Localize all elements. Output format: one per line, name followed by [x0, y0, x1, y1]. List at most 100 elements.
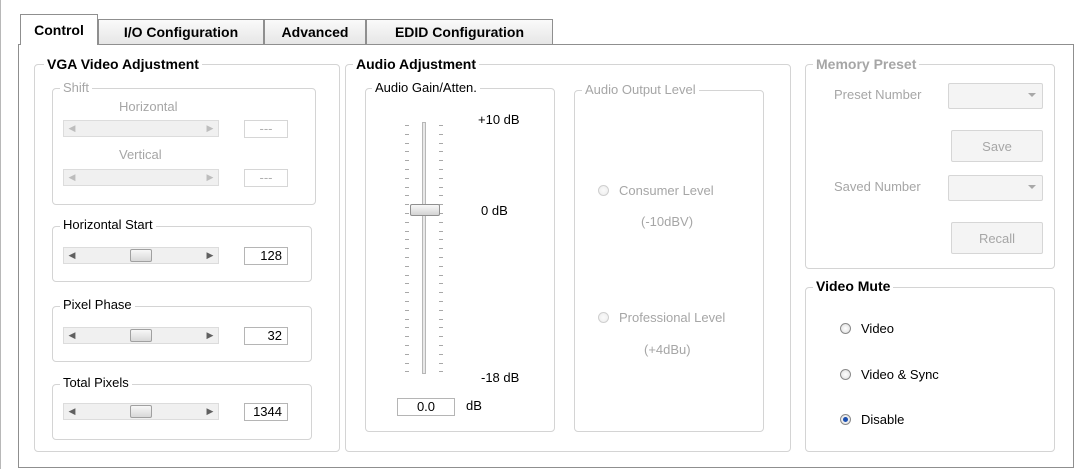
scroll-right-icon[interactable]: ▶	[202, 121, 218, 136]
recall-button[interactable]: Recall	[951, 222, 1043, 254]
slider-tick	[405, 336, 409, 338]
horizontal-start-value[interactable]: 128	[244, 247, 288, 265]
professional-level-sub: (+4dBu)	[644, 342, 691, 357]
video-mute-option-video[interactable]: Video	[840, 321, 894, 336]
slider-tick	[439, 362, 443, 364]
video-mute-option-disable[interactable]: Disable	[840, 412, 904, 427]
saved-number-select[interactable]	[948, 175, 1043, 201]
slider-tick	[405, 318, 409, 320]
scroll-left-icon[interactable]: ◀	[64, 121, 80, 136]
slider-tick	[405, 230, 409, 232]
slider-tick	[405, 362, 409, 364]
scroll-left-icon[interactable]: ◀	[64, 248, 80, 263]
radio-circle-icon[interactable]	[840, 369, 851, 380]
slider-tick	[439, 345, 443, 346]
radio-circle-icon[interactable]	[840, 414, 851, 425]
audio-gain-label: Audio Gain/Atten.	[372, 80, 480, 95]
save-button[interactable]: Save	[951, 130, 1043, 162]
preset-number-select[interactable]	[948, 83, 1043, 109]
radio-circle-icon[interactable]	[840, 323, 851, 334]
audio-adjustment-title: Audio Adjustment	[353, 56, 480, 72]
slider-tick	[405, 248, 409, 250]
consumer-level-sub: (-10dBV)	[641, 214, 694, 229]
video-mute-option-label: Video	[861, 321, 895, 336]
scrollbar-thumb[interactable]	[130, 329, 152, 342]
shift-horizontal-scrollbar[interactable]: ◀ ▶	[63, 120, 219, 137]
consumer-level-radio[interactable]: Consumer Level	[598, 183, 714, 198]
scroll-right-icon[interactable]: ▶	[202, 328, 218, 343]
radio-circle-icon[interactable]	[598, 312, 609, 323]
slider-tick	[405, 239, 409, 241]
scroll-left-icon[interactable]: ◀	[64, 404, 80, 419]
shift-vertical-scrollbar[interactable]: ◀ ▶	[63, 169, 219, 186]
tab-advanced-label: Advanced	[281, 24, 349, 40]
slider-tick	[405, 257, 409, 258]
audio-gain-value[interactable]: 0.0	[397, 398, 455, 416]
save-button-label: Save	[982, 138, 1012, 154]
slider-tick	[439, 274, 443, 276]
slider-tick	[439, 177, 443, 179]
preset-number-label: Preset Number	[834, 87, 922, 102]
slider-tick	[405, 177, 409, 179]
slider-tick	[405, 265, 409, 267]
scrollbar-thumb[interactable]	[130, 249, 152, 262]
tab-edid-configuration[interactable]: EDID Configuration	[366, 19, 553, 44]
slider-tick	[405, 186, 409, 188]
tab-io-configuration[interactable]: I/O Configuration	[98, 19, 264, 44]
slider-tick	[439, 265, 443, 267]
pixel-phase-value[interactable]: 32	[244, 327, 288, 345]
scrollbar-thumb[interactable]	[130, 405, 152, 418]
video-mute-title: Video Mute	[813, 278, 894, 294]
recall-button-label: Recall	[978, 230, 1016, 246]
tab-control[interactable]: Control	[20, 14, 98, 45]
audio-output-level-label: Audio Output Level	[582, 82, 699, 97]
slider-tick	[439, 125, 443, 126]
memory-preset-title: Memory Preset	[813, 56, 920, 72]
slider-tick	[405, 327, 409, 329]
shift-group	[52, 88, 316, 205]
slider-tick	[405, 151, 409, 153]
slider-tick	[439, 353, 443, 355]
slider-tick	[439, 133, 443, 135]
audio-gain-slider-track[interactable]	[422, 122, 426, 374]
total-pixels-value[interactable]: 1344	[244, 403, 288, 421]
tab-control-label: Control	[34, 22, 84, 38]
slider-tick	[439, 257, 443, 258]
slider-tick	[439, 309, 443, 311]
slider-tick	[405, 292, 409, 294]
slider-tick	[405, 345, 409, 346]
audio-gain-unit: dB	[466, 398, 482, 413]
radio-circle-icon[interactable]	[598, 185, 609, 196]
slider-tick	[439, 239, 443, 241]
slider-tick	[405, 371, 409, 373]
slider-tick	[439, 221, 443, 223]
scroll-left-icon[interactable]: ◀	[64, 328, 80, 343]
scroll-right-icon[interactable]: ▶	[202, 170, 218, 185]
slider-tick	[439, 151, 443, 153]
video-mute-option-label: Video & Sync	[861, 367, 939, 382]
professional-level-radio[interactable]: Professional Level	[598, 310, 725, 325]
video-mute-option-video-sync[interactable]: Video & Sync	[840, 367, 939, 382]
slider-tick	[405, 169, 409, 170]
scroll-left-icon[interactable]: ◀	[64, 170, 80, 185]
audio-gain-max-label: +10 dB	[478, 112, 520, 127]
slider-tick	[405, 204, 409, 206]
scroll-right-icon[interactable]: ▶	[202, 404, 218, 419]
tab-advanced[interactable]: Advanced	[264, 19, 366, 44]
horizontal-start-scrollbar[interactable]: ◀ ▶	[63, 247, 219, 264]
video-mute-option-label: Disable	[861, 412, 905, 427]
audio-gain-group	[365, 88, 555, 432]
pixel-phase-scrollbar[interactable]: ◀ ▶	[63, 327, 219, 344]
slider-tick	[439, 336, 443, 338]
slider-tick	[405, 274, 409, 276]
slider-tick	[439, 318, 443, 320]
scroll-right-icon[interactable]: ▶	[202, 248, 218, 263]
shift-horizontal-value: ---	[244, 120, 288, 138]
total-pixels-scrollbar[interactable]: ◀ ▶	[63, 403, 219, 420]
slider-tick	[439, 169, 443, 170]
chevron-down-icon	[1028, 185, 1036, 189]
total-pixels-label: Total Pixels	[60, 375, 132, 390]
audio-gain-slider-thumb[interactable]	[410, 204, 440, 216]
slider-tick	[405, 142, 409, 144]
slider-tick	[405, 125, 409, 126]
